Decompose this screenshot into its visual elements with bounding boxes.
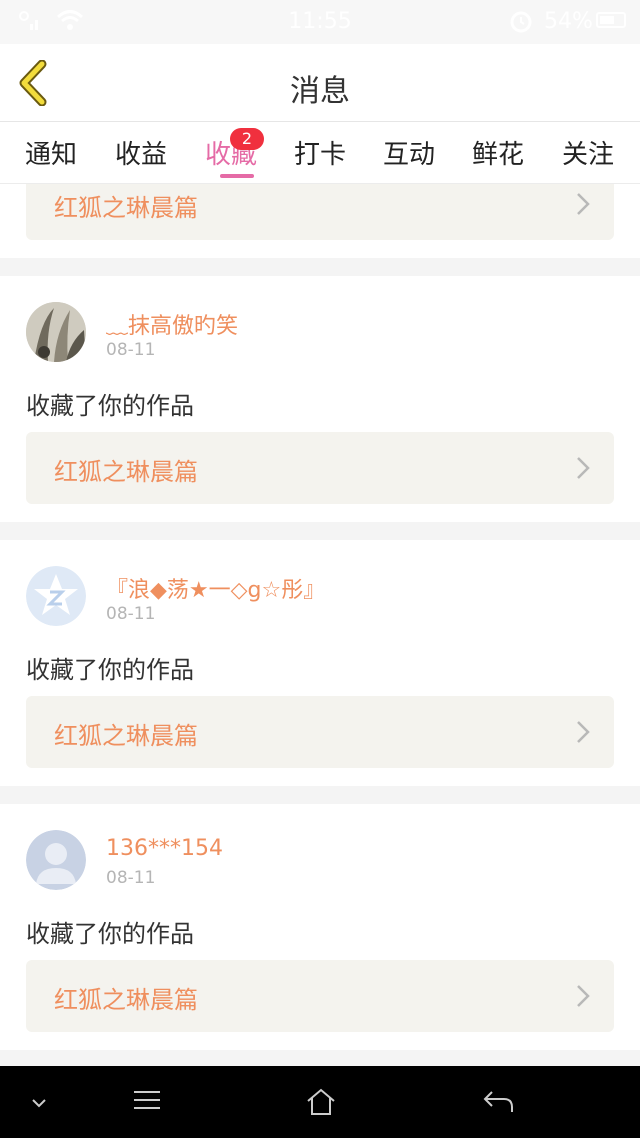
alarm-icon	[508, 8, 534, 40]
action-text: 收藏了你的作品	[26, 920, 194, 948]
work-title: 红狐之琳晨篇	[54, 194, 198, 222]
timestamp: 08-11	[106, 604, 156, 624]
battery-percent: 54%	[544, 9, 593, 34]
username[interactable]: 『浪◆荡★一◇g☆彤』	[106, 572, 325, 604]
timestamp: 08-11	[106, 340, 156, 360]
timestamp: 08-11	[106, 868, 156, 888]
home-button[interactable]	[306, 1088, 336, 1120]
work-link[interactable]: 红狐之琳晨篇	[26, 960, 614, 1032]
tab-interactions[interactable]: 互动	[364, 134, 454, 171]
message-feed[interactable]: 红狐之琳晨篇 ﹏抹高傲旳笑 08-11 收藏了你的作品 红狐之琳晨篇 『浪◆荡★…	[0, 184, 640, 1066]
back-arrow-icon	[483, 1091, 513, 1112]
list-item: 红狐之琳晨篇	[0, 184, 640, 258]
list-item: ﹏抹高傲旳笑 08-11 收藏了你的作品 红狐之琳晨篇	[0, 276, 640, 522]
menu-icon	[134, 1091, 160, 1109]
active-tab-indicator	[220, 174, 254, 178]
user-avatar[interactable]	[26, 830, 86, 890]
collapse-button[interactable]	[30, 1094, 48, 1113]
tab-flowers[interactable]: 鲜花	[453, 134, 543, 171]
chevron-right-icon	[577, 193, 590, 215]
work-link[interactable]: 红狐之琳晨篇	[26, 432, 614, 504]
work-link[interactable]: 红狐之琳晨篇	[26, 696, 614, 768]
list-item: 『浪◆荡★一◇g☆彤』 08-11 收藏了你的作品 红狐之琳晨篇	[0, 540, 640, 786]
work-title: 红狐之琳晨篇	[54, 458, 198, 486]
chevron-right-icon	[577, 457, 590, 479]
user-avatar[interactable]	[26, 302, 86, 362]
home-icon	[307, 1088, 335, 1115]
work-title: 红狐之琳晨篇	[54, 722, 198, 750]
tab-earnings[interactable]: 收益	[96, 134, 186, 171]
menu-button[interactable]	[132, 1088, 162, 1116]
system-nav-bar	[0, 1066, 640, 1138]
work-title: 红狐之琳晨篇	[54, 986, 198, 1014]
unread-badge: 2	[230, 128, 264, 150]
tab-bar: 通知 收益 收藏 2 打卡 互动 鲜花 关注	[0, 122, 640, 184]
page-title: 消息	[290, 74, 350, 109]
header: 消息	[0, 44, 640, 122]
battery-icon	[596, 12, 626, 28]
user-row: 136***154 08-11	[26, 830, 606, 892]
chevron-right-icon	[577, 721, 590, 743]
username[interactable]: 136***154	[106, 836, 223, 861]
chevron-right-icon	[577, 985, 590, 1007]
tab-following[interactable]: 关注	[543, 134, 633, 171]
action-text: 收藏了你的作品	[26, 392, 194, 420]
user-avatar[interactable]	[26, 566, 86, 626]
back-system-button[interactable]	[482, 1088, 514, 1118]
username[interactable]: ﹏抹高傲旳笑	[106, 308, 238, 340]
work-link[interactable]: 红狐之琳晨篇	[26, 184, 614, 240]
tab-notifications[interactable]: 通知	[6, 134, 96, 171]
list-item: 136***154 08-11 收藏了你的作品 红狐之琳晨篇	[0, 804, 640, 1050]
status-bar: 11:55 54%	[0, 0, 640, 44]
chevron-down-icon	[32, 1099, 46, 1108]
user-row: ﹏抹高傲旳笑 08-11	[26, 302, 606, 364]
tab-checkin[interactable]: 打卡	[275, 134, 365, 171]
action-text: 收藏了你的作品	[26, 656, 194, 684]
user-row: 『浪◆荡★一◇g☆彤』 08-11	[26, 566, 606, 628]
tab-favorites[interactable]: 收藏 2	[186, 128, 276, 178]
